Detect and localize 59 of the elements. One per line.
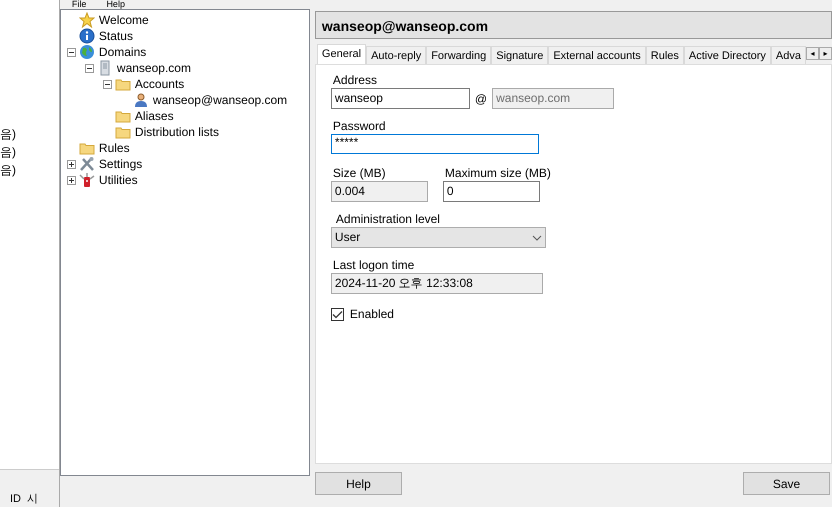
- tree-item[interactable]: Aliases: [134, 107, 174, 125]
- field-label: Password: [332, 119, 386, 134]
- bottom-tab[interactable]: ID: [10, 490, 21, 507]
- list-text: 음): [0, 162, 16, 179]
- globe-icon: [78, 44, 95, 60]
- tab[interactable]: Active Directory: [684, 46, 771, 64]
- dialog-button[interactable]: Help: [314, 472, 402, 495]
- last-logon-field[interactable]: 2024-11-20 오후 12:33:08: [330, 273, 543, 294]
- dialog-button[interactable]: Save: [743, 472, 830, 495]
- tree-item[interactable]: Domains: [98, 43, 146, 61]
- menu-item[interactable]: Help: [106, 0, 125, 9]
- domain-field[interactable]: wanseop.com: [492, 88, 614, 109]
- tab[interactable]: Adva: [770, 46, 806, 64]
- field-label: Address: [332, 73, 377, 88]
- at-sign: @: [474, 90, 488, 108]
- field-label: Administration level: [336, 212, 440, 227]
- tab[interactable]: General: [316, 44, 366, 64]
- star-icon: [78, 12, 95, 28]
- address-field[interactable]: wanseop: [330, 88, 470, 109]
- bottom-tab[interactable]: 시: [27, 490, 38, 507]
- menu-item[interactable]: File: [72, 0, 86, 9]
- list-text: 음): [0, 126, 16, 143]
- admin-level-dropdown[interactable]: User: [330, 227, 546, 248]
- panel-title: wanseop@wanseop.com: [314, 11, 832, 39]
- collapse-toggle[interactable]: [66, 48, 76, 56]
- field-label: Maximum size (MB): [444, 166, 551, 181]
- pocket-knife-icon: [78, 172, 95, 188]
- expand-toggle[interactable]: [66, 176, 76, 184]
- field-label: Last logon time: [332, 258, 414, 273]
- tab-scroll-button[interactable]: ◂: [806, 47, 819, 60]
- tree-item[interactable]: Distribution lists: [134, 123, 219, 141]
- list-text: 음): [0, 144, 16, 161]
- size-field[interactable]: 0.004: [330, 181, 428, 202]
- chevron-down-icon: [532, 234, 542, 240]
- tree-item[interactable]: wanseop@wanseop.com: [152, 91, 288, 109]
- tab[interactable]: External accounts: [548, 46, 646, 64]
- expand-toggle[interactable]: [66, 160, 76, 168]
- tree-item[interactable]: Status: [98, 27, 133, 45]
- tab[interactable]: Auto-reply: [366, 46, 426, 64]
- checkbox-label: Enabled: [350, 306, 394, 323]
- tree-item[interactable]: Welcome: [98, 11, 149, 29]
- tree-item[interactable]: Utilities: [98, 171, 138, 189]
- tree-item[interactable]: Rules: [98, 139, 130, 157]
- tab[interactable]: Forwarding: [426, 46, 492, 64]
- tree-item[interactable]: wanseop.com: [116, 59, 191, 77]
- max-size-field[interactable]: 0: [442, 181, 540, 202]
- enabled-checkbox[interactable]: [330, 308, 344, 320]
- user-icon: [132, 92, 149, 108]
- tree-item[interactable]: Settings: [98, 155, 142, 173]
- collapse-toggle[interactable]: [84, 64, 94, 72]
- tools-icon: [78, 156, 95, 172]
- tab[interactable]: Rules: [646, 46, 684, 64]
- info-icon: [78, 28, 95, 44]
- tab-scroll-button[interactable]: ▸: [819, 47, 832, 60]
- collapse-toggle[interactable]: [102, 80, 112, 88]
- tab[interactable]: Signature: [491, 46, 548, 64]
- field-label: Size (MB): [332, 166, 386, 181]
- tree-item[interactable]: Accounts: [134, 75, 184, 93]
- password-field[interactable]: *****: [330, 134, 539, 154]
